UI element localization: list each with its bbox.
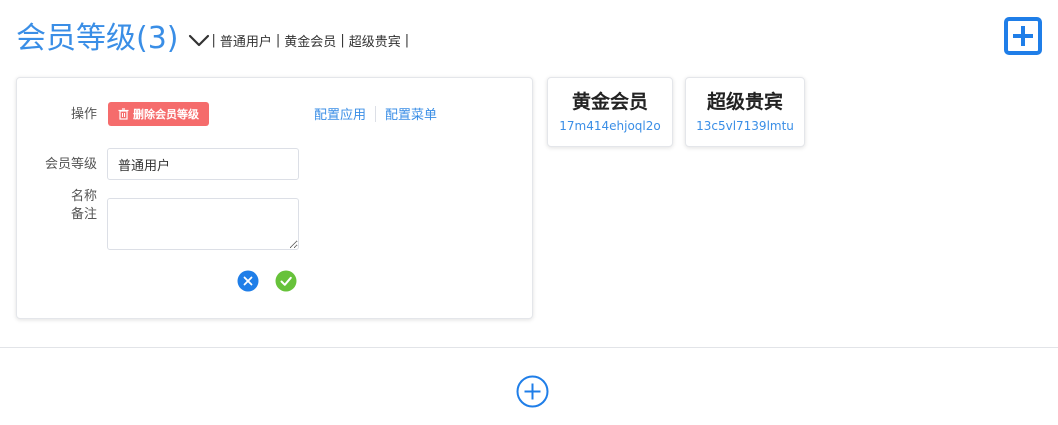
config-links: 配置应用 配置菜单 [314, 104, 437, 123]
level-edit-card: 操作 删除会员等级 配置应用 配置菜单 会员等级 名称 备注 [16, 77, 533, 319]
close-circle-icon[interactable] [237, 270, 259, 292]
level-name-label-line1: 会员等级 [44, 157, 97, 172]
section-divider [0, 347, 1058, 348]
level-card-name: 超级贵宾 [706, 91, 783, 113]
link-divider [375, 105, 377, 122]
configure-menu-link[interactable]: 配置菜单 [385, 104, 437, 123]
plus-circle-icon[interactable] [516, 375, 549, 408]
level-card-vip[interactable]: 超级贵宾 13c5vl7139lmtu [685, 77, 805, 147]
page-title: 会员等级(3) [16, 21, 179, 56]
configure-app-link[interactable]: 配置应用 [314, 104, 366, 123]
plus-square-icon[interactable] [1004, 17, 1042, 55]
delete-level-button[interactable]: 删除会员等级 [108, 102, 209, 126]
level-name-input[interactable] [107, 148, 299, 180]
level-link-list: | 普通用户 | 黄金会员 | 超级贵宾 | [212, 31, 410, 50]
level-link-regular[interactable]: 普通用户 [216, 31, 276, 50]
level-card-gold[interactable]: 黄金会员 17m414ehjoql2o [547, 77, 673, 147]
member-level-page: 会员等级(3) | 普通用户 | 黄金会员 | 超级贵宾 | 操作 删除会员等级… [0, 0, 1058, 425]
level-name-label-line2: 名称 [70, 189, 97, 204]
operation-label: 操作 [70, 107, 97, 122]
trash-icon [118, 108, 129, 120]
level-card-code: 17m414ehjoql2o [559, 119, 661, 133]
level-link-vip[interactable]: 超级贵宾 [345, 31, 405, 50]
separator: | [404, 32, 410, 48]
level-link-gold[interactable]: 黄金会员 [280, 31, 340, 50]
level-card-name: 黄金会员 [571, 91, 648, 113]
page-header: 会员等级(3) | 普通用户 | 黄金会员 | 超级贵宾 | [16, 18, 409, 60]
check-circle-icon[interactable] [275, 270, 297, 292]
remark-textarea[interactable] [107, 198, 299, 250]
chevron-down-icon[interactable] [188, 29, 210, 51]
remark-label: 备注 [70, 207, 97, 222]
level-card-code: 13c5vl7139lmtu [696, 119, 794, 133]
delete-level-label: 删除会员等级 [133, 108, 199, 121]
